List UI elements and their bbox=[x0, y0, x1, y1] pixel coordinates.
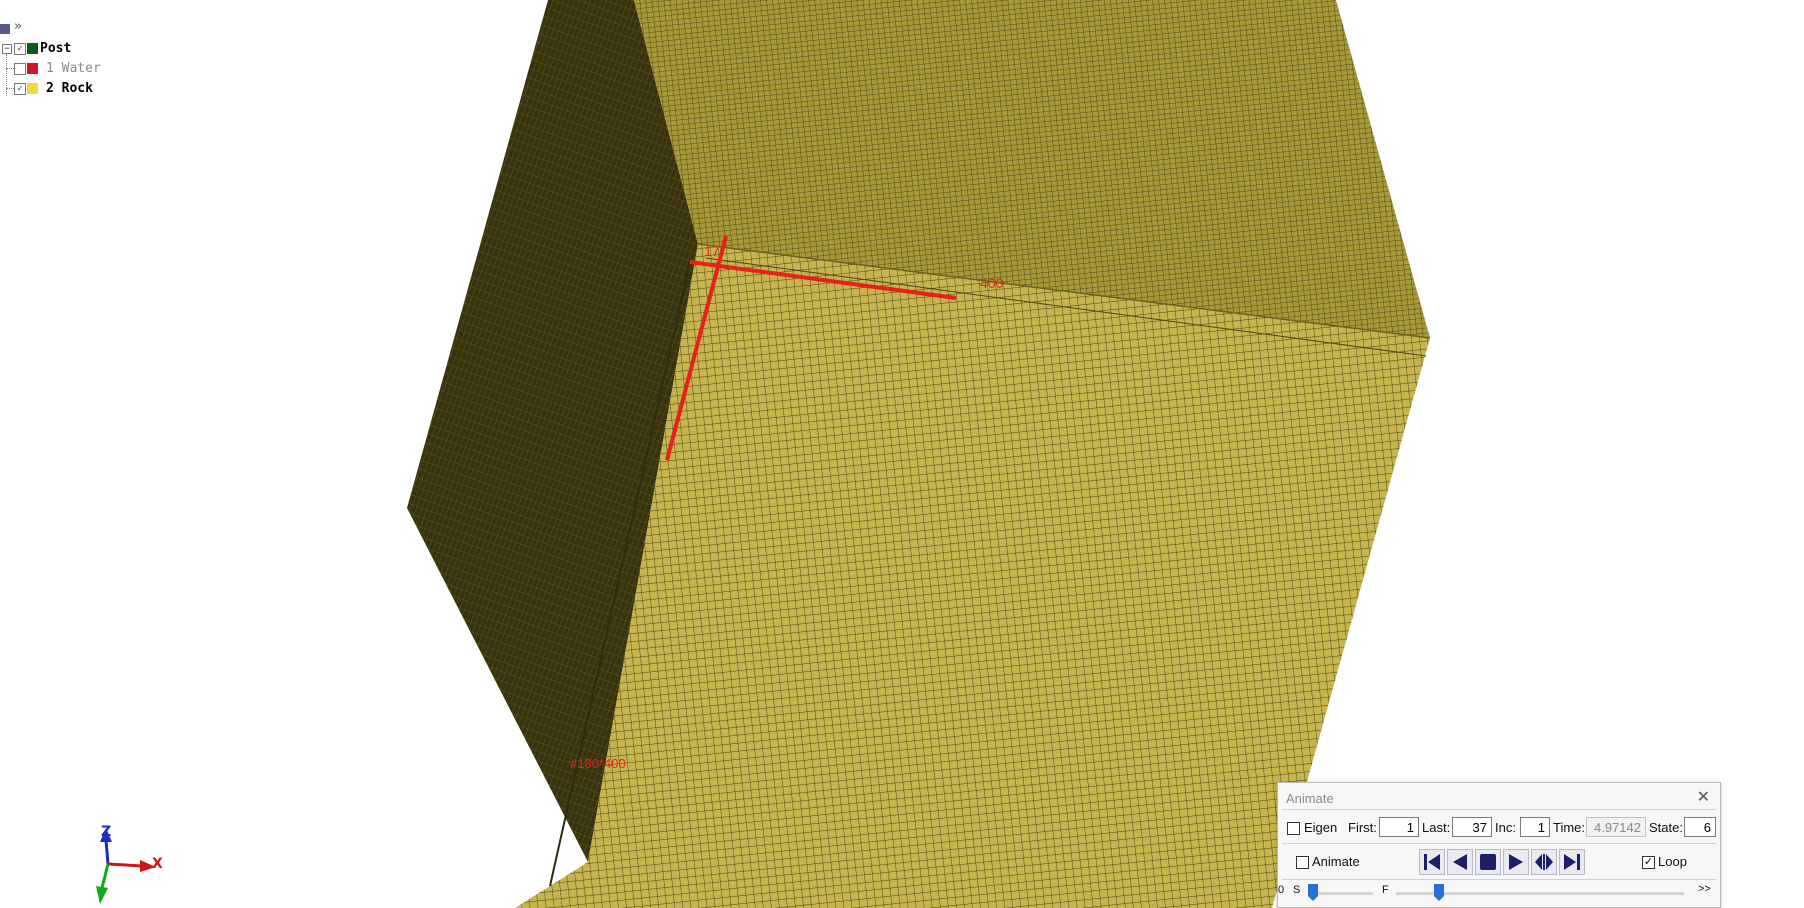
bounce-button[interactable] bbox=[1531, 849, 1557, 875]
bounce-icon bbox=[1535, 854, 1553, 870]
play-backward-icon bbox=[1453, 854, 1467, 870]
post-checkbox[interactable]: ✓ bbox=[14, 43, 26, 55]
state-label: State: bbox=[1649, 820, 1683, 835]
inc-input[interactable] bbox=[1520, 817, 1550, 837]
speed-slider-track[interactable] bbox=[1313, 892, 1373, 895]
play-backward-button[interactable] bbox=[1447, 849, 1473, 875]
tree-header: » bbox=[0, 19, 40, 36]
inc-label: Inc: bbox=[1495, 820, 1516, 835]
water-color-swatch bbox=[27, 63, 38, 74]
speed-slider-thumb[interactable] bbox=[1308, 884, 1318, 901]
title-separator bbox=[1282, 809, 1716, 810]
last-label: Last: bbox=[1422, 820, 1451, 835]
fast-label: F bbox=[1382, 884, 1389, 896]
animate-label: Animate bbox=[1312, 854, 1360, 869]
stop-icon bbox=[1480, 854, 1496, 870]
time-input bbox=[1586, 817, 1646, 837]
time-label: Time: bbox=[1553, 820, 1586, 835]
more-label[interactable]: >> bbox=[1698, 883, 1711, 895]
dialog-title: Animate bbox=[1286, 791, 1334, 806]
close-icon[interactable]: ✕ bbox=[1697, 787, 1710, 807]
y-axis-arrow bbox=[96, 886, 108, 904]
rock-color-swatch bbox=[27, 83, 38, 94]
frame-slider-thumb[interactable] bbox=[1434, 884, 1445, 901]
tree-menu-icon[interactable] bbox=[0, 24, 10, 34]
state-input[interactable] bbox=[1684, 817, 1716, 837]
3d-viewport[interactable]: 17 400 #180*400 bbox=[0, 0, 1804, 908]
post-label: Post bbox=[40, 41, 72, 56]
y-axis-line bbox=[100, 863, 110, 889]
annotation-edge-label: 400 bbox=[980, 275, 1004, 291]
rock-label: 2 Rock bbox=[46, 81, 93, 96]
loop-label: Loop bbox=[1658, 854, 1687, 869]
x-axis-line bbox=[107, 862, 143, 868]
stop-button[interactable] bbox=[1475, 849, 1501, 875]
eigen-label: Eigen bbox=[1304, 820, 1338, 835]
row-separator bbox=[1282, 879, 1716, 880]
collapse-icon[interactable]: − bbox=[2, 44, 12, 54]
slow-label: S bbox=[1293, 884, 1301, 896]
tree-branch bbox=[6, 68, 14, 69]
row-separator bbox=[1282, 843, 1716, 844]
skip-back-icon bbox=[1424, 854, 1440, 870]
play-forward-icon bbox=[1509, 854, 1523, 870]
z-axis-line bbox=[104, 839, 110, 865]
play-forward-button[interactable] bbox=[1503, 849, 1529, 875]
loop-checkbox[interactable]: ✓ bbox=[1642, 856, 1655, 869]
z-axis-label: Z bbox=[101, 824, 112, 840]
first-frame-button[interactable] bbox=[1419, 849, 1445, 875]
animate-dialog: Animate ✕ Eigen First: Last: Inc: Time: … bbox=[1277, 782, 1721, 908]
post-color-swatch bbox=[27, 43, 38, 54]
annotation-corner-label: 17 bbox=[704, 243, 720, 259]
first-input[interactable] bbox=[1379, 817, 1419, 837]
rock-checkbox[interactable]: ✓ bbox=[14, 83, 26, 95]
speed-min-label: 0 bbox=[1278, 884, 1285, 896]
water-checkbox[interactable] bbox=[14, 63, 26, 75]
double-chevron-icon[interactable]: » bbox=[14, 19, 22, 34]
first-label: First: bbox=[1348, 820, 1377, 835]
eigen-checkbox[interactable] bbox=[1287, 822, 1300, 835]
water-label: 1 Water bbox=[46, 61, 101, 76]
skip-forward-icon bbox=[1564, 854, 1580, 870]
annotation-bottom-label: #180*400 bbox=[570, 756, 626, 771]
x-axis-label: X bbox=[152, 856, 163, 872]
last-frame-button[interactable] bbox=[1559, 849, 1585, 875]
tree-branch bbox=[6, 88, 14, 89]
last-input[interactable] bbox=[1452, 817, 1492, 837]
animate-checkbox[interactable] bbox=[1296, 856, 1309, 869]
